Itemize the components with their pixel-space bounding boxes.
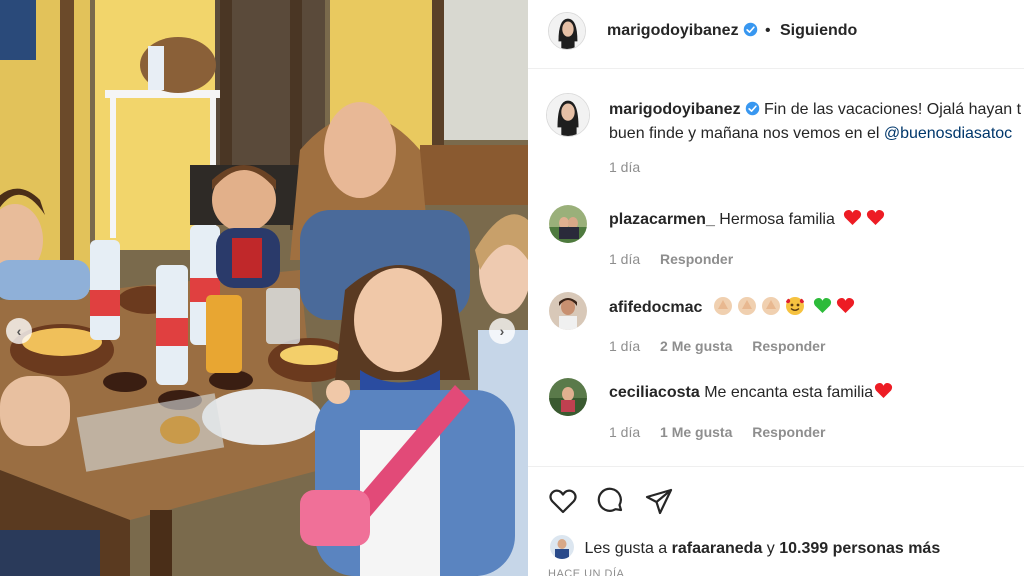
comment-time[interactable]: 1 día <box>609 424 640 440</box>
red-heart-emoji <box>836 298 854 314</box>
following-button[interactable]: Siguiendo <box>780 22 857 40</box>
share-icon[interactable] <box>644 486 674 516</box>
comment-item: plazacarmen_ Hermosa familia 1 día Respo… <box>528 205 1024 285</box>
caption-username[interactable]: marigodoyibanez <box>609 101 760 118</box>
verified-badge-icon <box>745 101 759 116</box>
commenter-avatar[interactable] <box>549 378 587 416</box>
header-separator: • <box>765 22 771 39</box>
red-heart-emoji <box>867 210 885 226</box>
comment-text: ceciliacosta Me encanta esta familia <box>609 382 893 402</box>
author-username-text[interactable]: marigodoyibanez <box>607 22 739 39</box>
comment-meta: 1 día Responder <box>609 251 749 267</box>
comment-time[interactable]: 1 día <box>609 251 640 267</box>
post-details-panel: marigodoyibanez • Siguiendo marigodoyiba… <box>528 0 1024 576</box>
caption-time[interactable]: 1 día <box>609 159 640 175</box>
commenter-avatar[interactable] <box>549 205 587 243</box>
green-heart-emoji <box>813 298 831 314</box>
post-actions-bar <box>528 466 1024 526</box>
comment-icon[interactable] <box>595 486 625 516</box>
comment-item: ceciliacosta Me encanta esta familia 1 d… <box>528 378 1024 458</box>
author-username[interactable]: marigodoyibanez <box>607 22 758 40</box>
previous-image-button[interactable]: ‹ <box>6 318 32 344</box>
post-timestamp[interactable]: HACE UN DÍA <box>548 568 624 576</box>
comment-likes-count[interactable]: 2 Me gusta <box>660 338 732 354</box>
comment-likes-count[interactable]: 1 Me gusta <box>660 424 732 440</box>
post-photo[interactable]: ‹ › <box>0 0 528 576</box>
red-heart-emoji <box>844 210 862 226</box>
comment-text: afifedocmac <box>609 296 855 317</box>
heart-icon[interactable] <box>548 486 578 516</box>
family-photo-illustration <box>0 0 528 576</box>
commenter-avatar[interactable] <box>549 292 587 330</box>
comment-body: Hermosa familia <box>719 211 835 228</box>
likes-summary: Les gusta a rafaaraneda y 10.399 persona… <box>550 535 940 559</box>
comment-time[interactable]: 1 día <box>609 338 640 354</box>
comment-meta: 1 día 1 Me gusta Responder <box>609 424 841 440</box>
comment-item: afifedocmac 1 día 2 Me gusta Responder <box>528 292 1024 372</box>
comment-text: plazacarmen_ Hermosa familia <box>609 209 885 229</box>
caption-text-line-1: Fin de las vacaciones! Ojalá hayan t <box>764 101 1022 118</box>
verified-badge-icon <box>743 22 757 37</box>
liker-username[interactable]: rafaaraneda <box>672 540 763 557</box>
commenter-username[interactable]: plazacarmen_ <box>609 211 715 228</box>
chevron-right-icon: › <box>499 323 505 339</box>
clapping-hands-emoji <box>713 297 732 315</box>
liker-avatar[interactable] <box>550 535 574 559</box>
caption-username-text[interactable]: marigodoyibanez <box>609 101 741 118</box>
post-header: marigodoyibanez • Siguiendo <box>528 0 1024 69</box>
comment-meta: 1 día 2 Me gusta Responder <box>609 338 841 354</box>
caption-mention-link[interactable]: @buenosdiasatoc <box>884 125 1012 142</box>
likes-middle: y <box>762 540 780 557</box>
likes-prefix: Les gusta a <box>584 540 672 557</box>
author-avatar[interactable] <box>548 12 586 50</box>
smiling-hearts-face-emoji <box>785 297 805 315</box>
comment-reply-button[interactable]: Responder <box>752 338 825 354</box>
red-heart-emoji <box>875 383 893 399</box>
commenter-username[interactable]: afifedocmac <box>609 299 702 316</box>
comment-reply-button[interactable]: Responder <box>752 424 825 440</box>
caption-line-2: buen finde y mañana nos vemos en el @bue… <box>609 122 1024 146</box>
clapping-hands-emoji <box>737 297 756 315</box>
caption-text-line-2: buen finde y mañana nos vemos en el <box>609 125 884 142</box>
comment-reply-button[interactable]: Responder <box>660 251 733 267</box>
comment-emojis <box>713 297 855 316</box>
clapping-hands-emoji <box>761 297 780 315</box>
likes-count-link[interactable]: 10.399 personas más <box>779 540 940 557</box>
chevron-left-icon: ‹ <box>16 323 22 339</box>
caption: marigodoyibanez Fin de las vacaciones! O… <box>609 98 1024 146</box>
caption-author-avatar[interactable] <box>546 93 590 137</box>
commenter-username[interactable]: ceciliacosta <box>609 384 700 401</box>
comment-body: Me encanta esta familia <box>704 384 874 401</box>
next-image-button[interactable]: › <box>489 318 515 344</box>
caption-line-1: marigodoyibanez Fin de las vacaciones! O… <box>609 98 1024 122</box>
